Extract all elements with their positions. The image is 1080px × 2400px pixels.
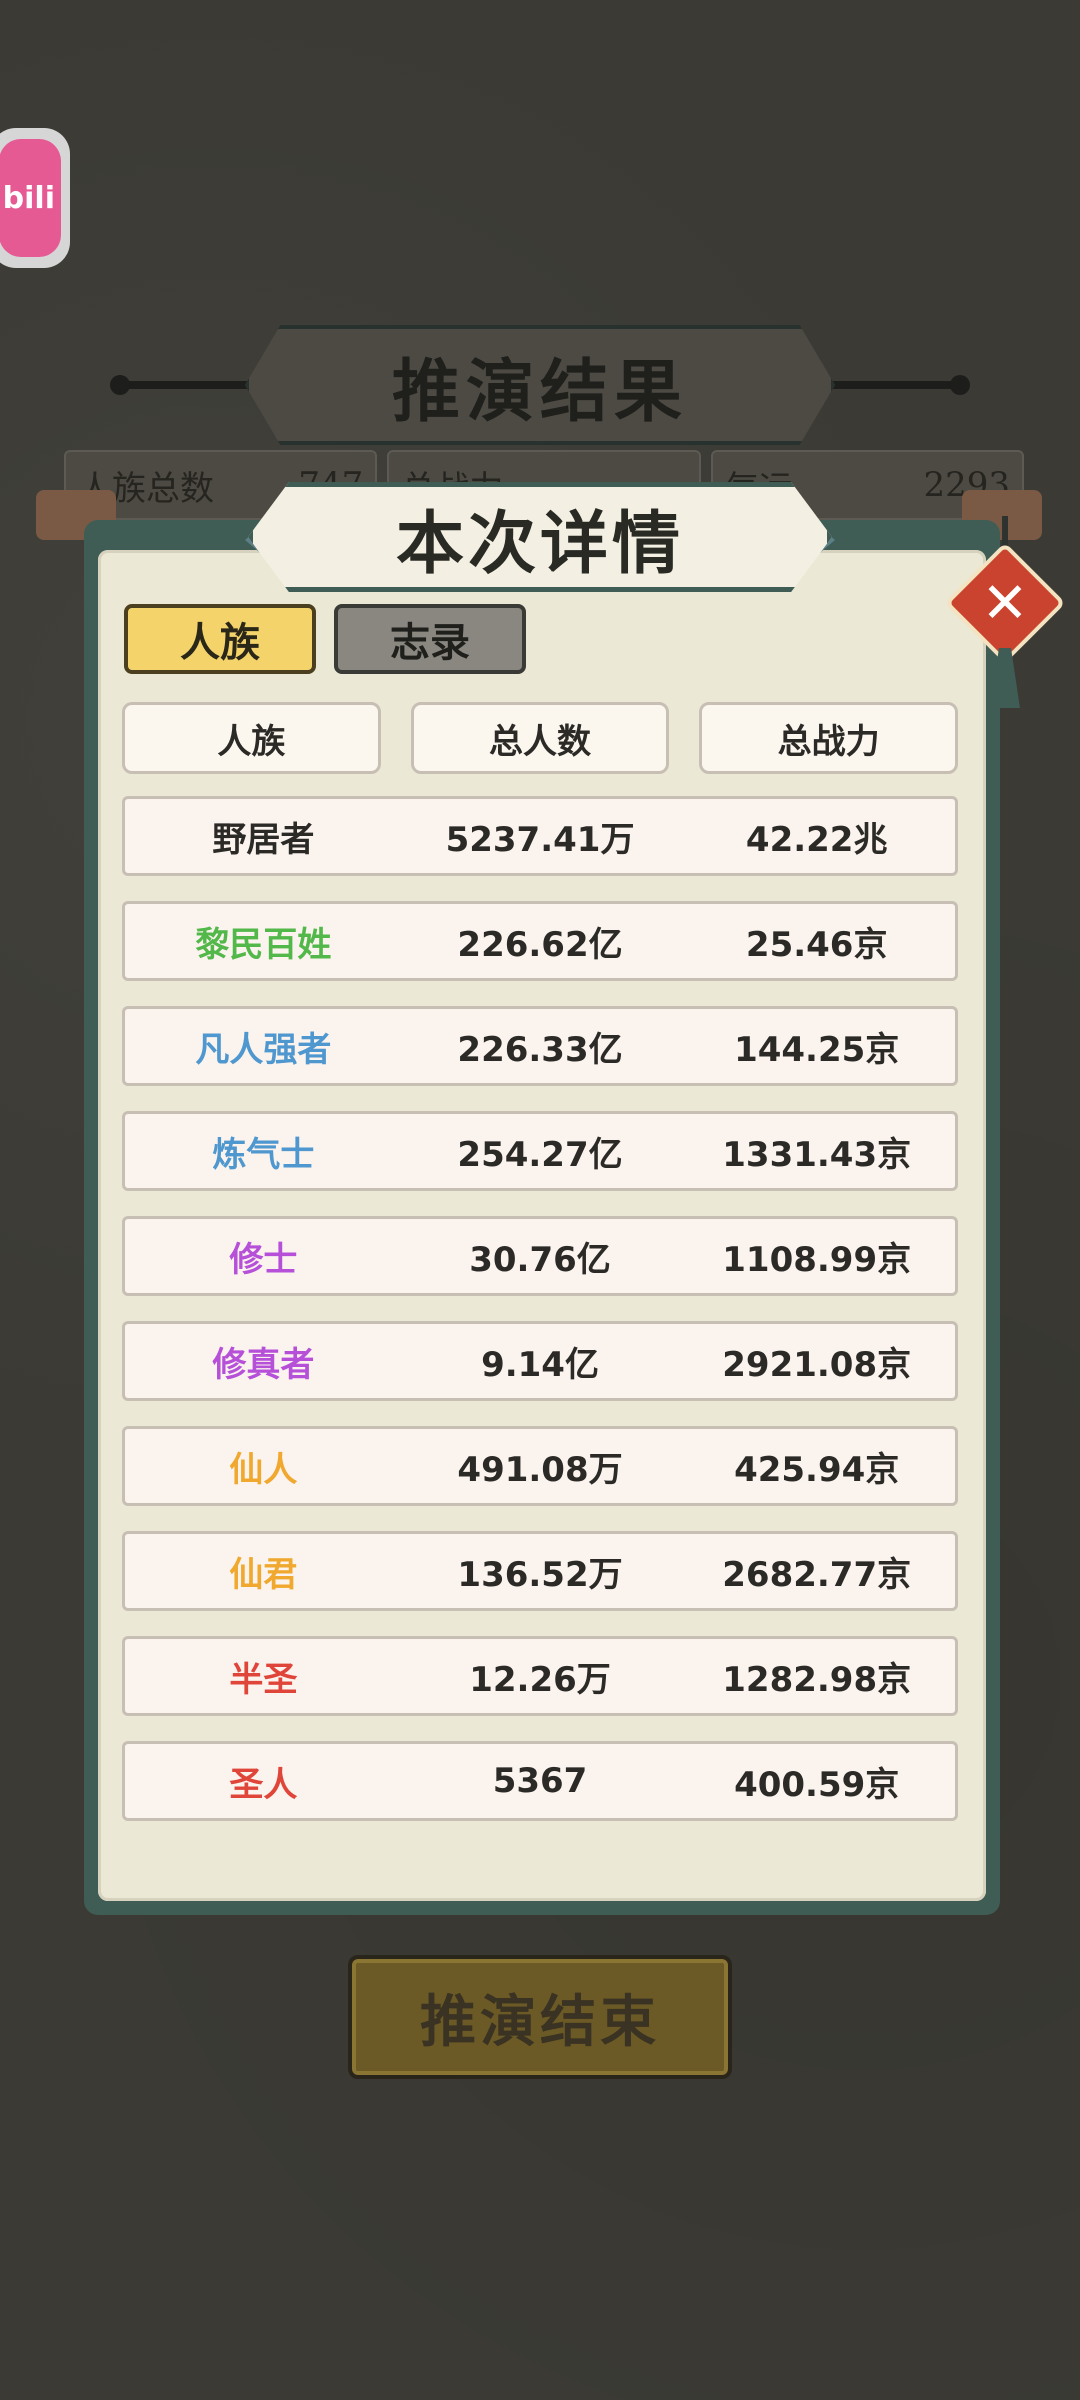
column-header-power: 总战力	[699, 702, 959, 774]
race-population: 30.76亿	[469, 1239, 611, 1280]
column-header-population: 总人数	[410, 702, 670, 774]
race-population: 5367	[492, 1761, 588, 1801]
race-name: 仙君	[229, 1554, 298, 1595]
race-name: 野居者	[212, 819, 315, 860]
column-header-race: 人族	[122, 702, 381, 774]
race-population: 136.52万	[457, 1554, 623, 1595]
race-power: 425.94京	[734, 1449, 900, 1490]
race-power: 1282.98京	[722, 1659, 912, 1700]
result-title: 推演结果	[245, 325, 835, 445]
race-power: 25.46京	[745, 924, 888, 965]
race-population: 9.14亿	[481, 1344, 599, 1385]
race-table: 野居者 5237.41万 42.22兆 黎民百姓 226.62亿 25.46京 …	[122, 796, 958, 1846]
end-simulation-button[interactable]: 推演结束	[348, 1955, 732, 2079]
banner-knob-right	[950, 375, 970, 395]
table-row: 修真者 9.14亿 2921.08京	[122, 1321, 958, 1401]
table-row: 炼气士 254.27亿 1331.43京	[122, 1111, 958, 1191]
race-population: 491.08万	[457, 1449, 623, 1490]
table-row: 仙人 491.08万 425.94京	[122, 1426, 958, 1506]
tab-records[interactable]: 志录	[334, 604, 526, 674]
race-power: 42.22兆	[745, 819, 888, 860]
race-power: 1108.99京	[722, 1239, 912, 1280]
race-population: 12.26万	[469, 1659, 611, 1700]
table-header: 人族 总人数 总战力	[122, 702, 959, 774]
close-icon[interactable]: ✕	[962, 560, 1048, 646]
race-power: 2682.77京	[722, 1554, 912, 1595]
table-row: 修士 30.76亿 1108.99京	[122, 1216, 958, 1296]
background-title-banner: 推演结果	[110, 325, 970, 445]
banner-knob-left	[110, 375, 130, 395]
race-name: 修真者	[212, 1344, 315, 1385]
race-name: 半圣	[229, 1659, 298, 1700]
table-row: 凡人强者 226.33亿 144.25京	[122, 1006, 958, 1086]
race-name: 修士	[229, 1239, 298, 1280]
race-power: 400.59京	[734, 1764, 900, 1805]
table-row: 野居者 5237.41万 42.22兆	[122, 796, 958, 876]
race-name: 凡人强者	[195, 1029, 332, 1070]
table-row: 仙君 136.52万 2682.77京	[122, 1531, 958, 1611]
race-power: 144.25京	[734, 1029, 900, 1070]
race-population: 226.62亿	[457, 924, 623, 965]
race-power: 2921.08京	[722, 1344, 912, 1385]
race-population: 254.27亿	[457, 1134, 623, 1175]
race-power: 1331.43京	[722, 1134, 912, 1175]
race-name: 仙人	[229, 1449, 298, 1490]
table-row: 半圣 12.26万 1282.98京	[122, 1636, 958, 1716]
bilibili-logo: bili	[0, 139, 61, 257]
table-row: 圣人 5367 400.59京	[122, 1741, 958, 1821]
race-population: 226.33亿	[457, 1029, 623, 1070]
race-name: 圣人	[229, 1764, 298, 1805]
race-name: 黎民百姓	[195, 924, 332, 965]
race-population: 5237.41万	[445, 819, 635, 860]
race-name: 炼气士	[212, 1134, 315, 1175]
bilibili-badge[interactable]: bili	[0, 128, 70, 268]
dialog-title: 本次详情	[248, 482, 832, 592]
tab-race[interactable]: 人族	[124, 604, 316, 674]
table-row: 黎民百姓 226.62亿 25.46京	[122, 901, 958, 981]
